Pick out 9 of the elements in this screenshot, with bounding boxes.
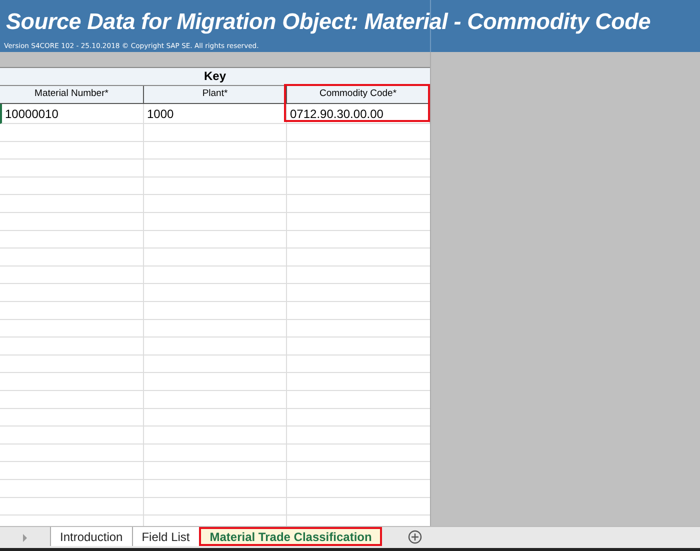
add-sheet-icon[interactable]	[408, 530, 422, 544]
sheet-tab[interactable]: Material Trade Classification	[198, 527, 382, 546]
sheet-tab[interactable]: Introduction	[50, 527, 132, 546]
sheet-title: Source Data for Migration Object: Material - Commodity Code	[5, 8, 652, 36]
group-header: Key	[0, 68, 430, 86]
column-header: Material Number*	[0, 86, 144, 104]
sheet-tab[interactable]: Field List	[132, 527, 199, 546]
column-header: Plant*	[144, 86, 287, 104]
column-header: Commodity Code*	[287, 86, 430, 104]
